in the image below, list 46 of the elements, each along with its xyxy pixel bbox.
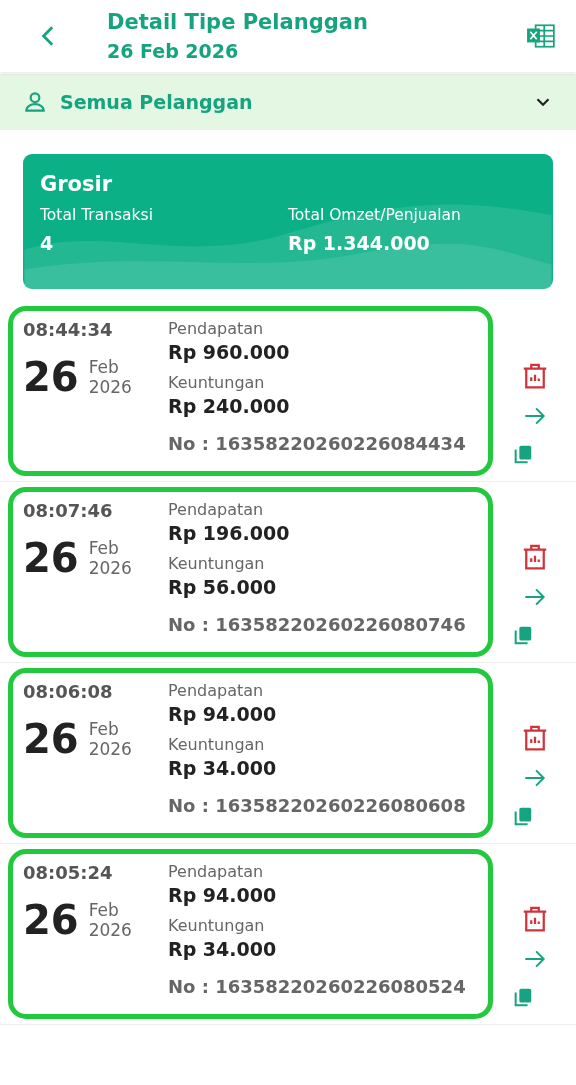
day-text: 26: [23, 897, 79, 943]
person-icon: [22, 89, 48, 115]
profit-value: Rp 34.000: [168, 938, 278, 960]
stat-label: Total Transaksi: [40, 206, 154, 224]
transaction-number: No : 16358220260226080524: [168, 976, 467, 997]
time-text: 08:44:34: [23, 319, 114, 340]
year-text: 2026: [88, 558, 132, 578]
income-label: Pendapatan: [168, 681, 265, 700]
profit-label: Keuntungan: [168, 554, 266, 573]
income-label: Pendapatan: [168, 500, 265, 519]
income-label: Pendapatan: [168, 319, 265, 338]
profit-value: Rp 34.000: [168, 757, 278, 779]
profit-label: Keuntungan: [168, 735, 266, 754]
year-text: 2026: [88, 739, 132, 759]
profit-label: Keuntungan: [168, 916, 266, 935]
day-text: 26: [23, 535, 79, 581]
month-text: Feb: [88, 538, 120, 558]
transaction-number: No : 16358220260226080608: [168, 795, 467, 816]
month-text: Feb: [88, 357, 120, 377]
date-subtitle: 26 Feb 2026: [107, 40, 240, 62]
income-value: Rp 94.000: [168, 884, 278, 906]
income-value: Rp 960.000: [168, 341, 291, 363]
spreadsheet-icon[interactable]: [526, 23, 556, 49]
filter-label: Semua Pelanggan: [60, 91, 254, 113]
page-title: Detail Tipe Pelanggan: [107, 10, 369, 34]
year-text: 2026: [88, 377, 132, 397]
year-text: 2026: [88, 920, 132, 940]
profit-value: Rp 240.000: [168, 395, 291, 417]
time-text: 08:06:08: [23, 681, 114, 702]
income-label: Pendapatan: [168, 862, 265, 881]
month-text: Feb: [88, 900, 120, 920]
summary-title: Grosir: [40, 172, 114, 196]
day-text: 26: [23, 354, 79, 400]
profit-label: Keuntungan: [168, 373, 266, 392]
transaction-number: No : 16358220260226084434: [168, 433, 467, 454]
transaction-number: No : 16358220260226080746: [168, 614, 467, 635]
month-text: Feb: [88, 719, 120, 739]
income-value: Rp 196.000: [168, 522, 291, 544]
income-value: Rp 94.000: [168, 703, 278, 725]
profit-value: Rp 56.000: [168, 576, 278, 598]
stat-value: 4: [40, 232, 55, 254]
time-text: 08:05:24: [23, 862, 114, 883]
time-text: 08:07:46: [23, 500, 114, 521]
stat-value: Rp 1.344.000: [288, 232, 431, 254]
day-text: 26: [23, 716, 79, 762]
stat-label: Total Omzet/Penjualan: [288, 206, 462, 224]
